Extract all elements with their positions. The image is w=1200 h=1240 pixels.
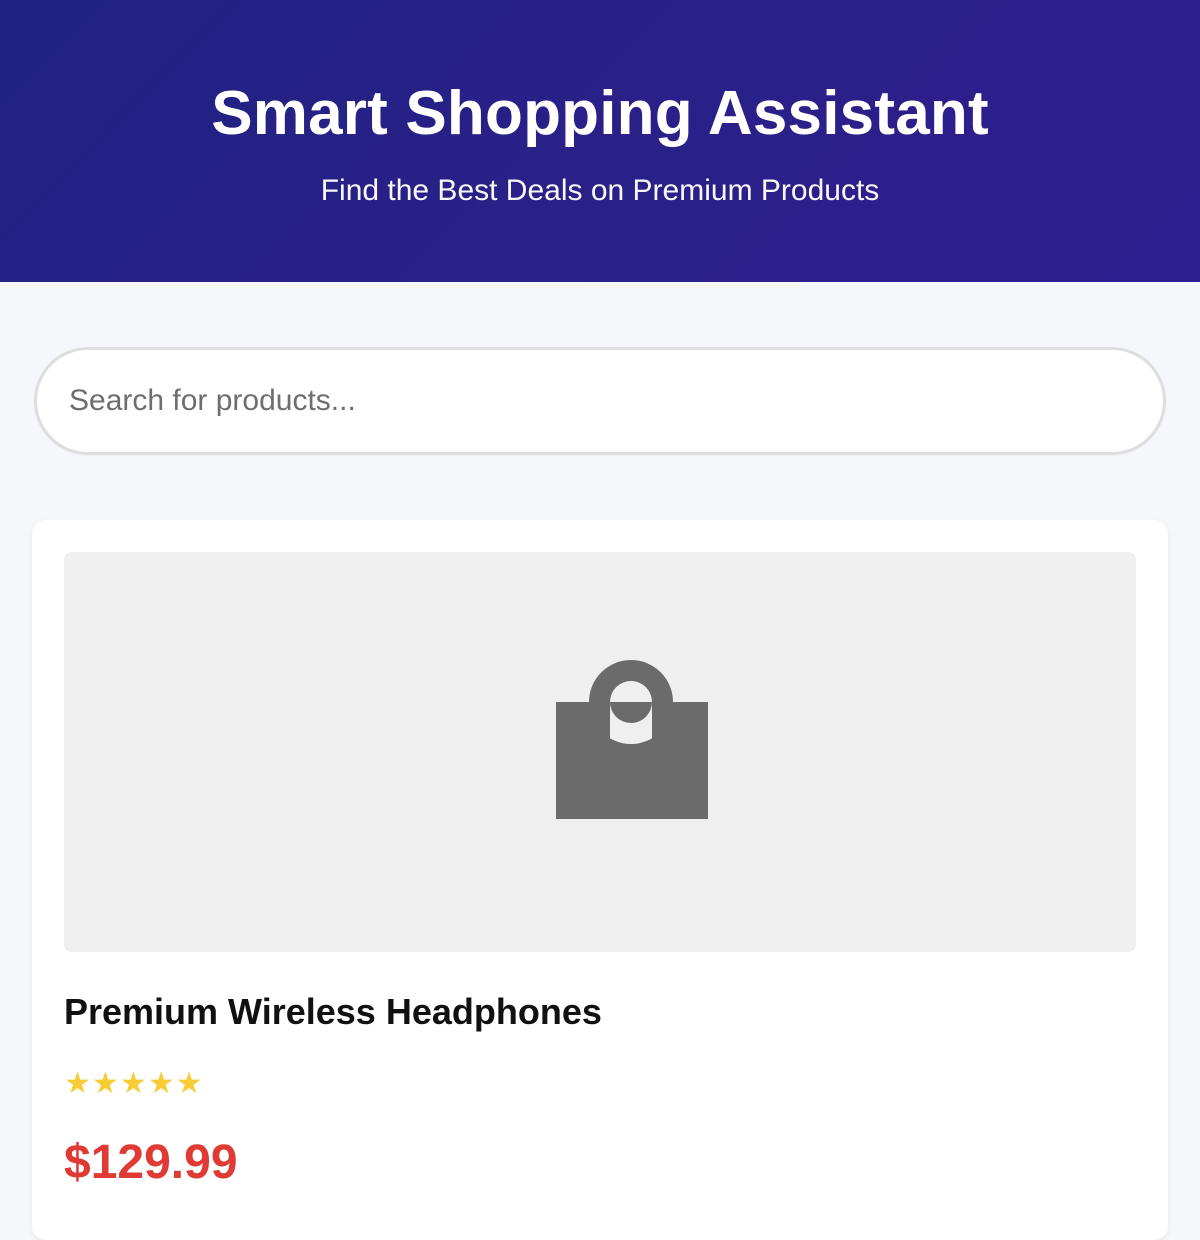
shopping-bag-icon — [556, 660, 708, 819]
product-image-placeholder — [64, 552, 1136, 952]
product-name[interactable]: Premium Wireless Headphones — [64, 990, 602, 1034]
star-icon: ★ — [64, 1066, 91, 1101]
product-price: $129.99 — [64, 1136, 238, 1189]
page-header: Smart Shopping Assistant Find the Best D… — [0, 0, 1200, 282]
page-subtitle: Find the Best Deals on Premium Products — [320, 174, 880, 207]
star-icon: ★ — [119, 1066, 147, 1101]
star-icon: ★ — [91, 1066, 119, 1101]
page-title: Smart Shopping Assistant — [211, 79, 989, 148]
product-rating: ★ ★ ★ ★ ★ — [64, 1064, 203, 1104]
search-input[interactable] — [37, 350, 1163, 452]
star-icon: ★ — [147, 1066, 175, 1101]
star-icon: ★ — [175, 1066, 203, 1101]
product-card[interactable]: Premium Wireless Headphones ★ ★ ★ ★ ★ $129.9… — [32, 520, 1168, 1240]
search-bar — [34, 347, 1166, 455]
